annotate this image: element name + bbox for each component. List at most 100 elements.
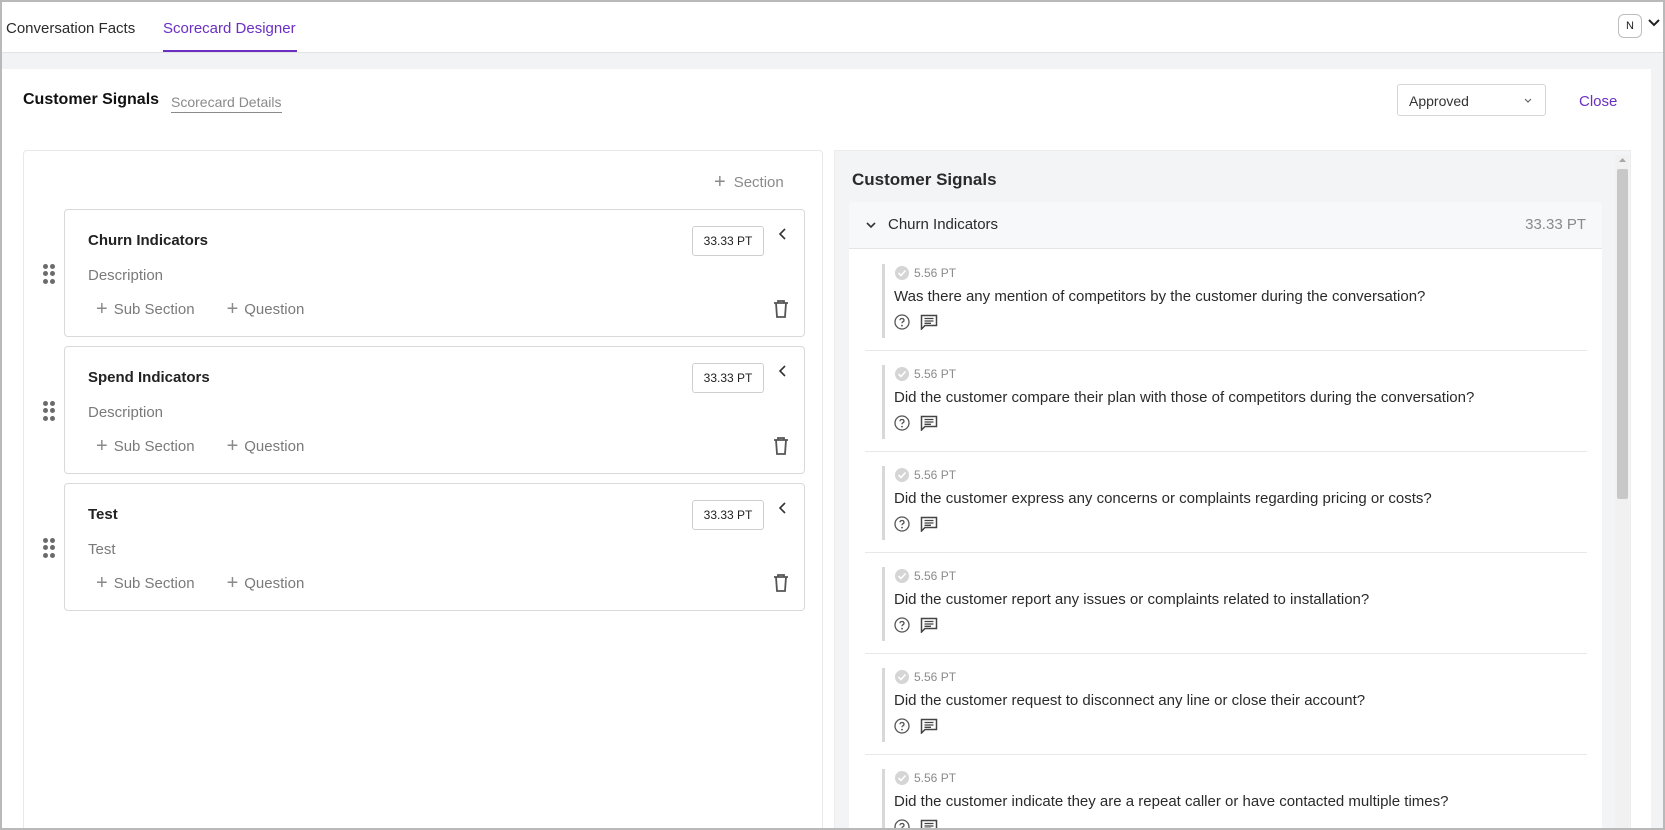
question-text: Did the customer compare their plan with… — [894, 389, 1475, 406]
comment-icon[interactable] — [920, 718, 938, 734]
chevron-down-icon — [866, 222, 876, 229]
chevron-left-icon[interactable] — [776, 227, 790, 241]
section-name[interactable]: Test — [88, 506, 118, 523]
add-sub-section-button[interactable]: + Sub Section — [96, 436, 195, 456]
question-accent-bar — [882, 769, 885, 828]
active-tab-indicator — [163, 50, 297, 52]
drag-handle-icon[interactable] — [43, 401, 55, 421]
plus-icon: + — [96, 572, 108, 594]
question-accent-bar — [882, 365, 885, 439]
question-text: Was there any mention of competitors by … — [894, 288, 1426, 305]
section-card: Test Test 33.33 PT + Sub Section + Quest… — [64, 483, 805, 611]
scorecard-preview-panel: Customer Signals Churn Indicators 33.33 … — [834, 150, 1631, 830]
question-points: 5.56 PT — [914, 266, 957, 280]
question-points: 5.56 PT — [914, 468, 957, 482]
chevron-down-icon[interactable] — [1647, 16, 1661, 30]
help-icon[interactable] — [894, 415, 910, 431]
trash-icon[interactable] — [772, 573, 790, 593]
drag-handle-icon[interactable] — [43, 538, 55, 558]
question-accent-bar — [882, 668, 885, 742]
preview-section-header[interactable]: Churn Indicators 33.33 PT — [849, 202, 1602, 249]
check-circle-icon — [895, 670, 909, 684]
trash-icon[interactable] — [772, 436, 790, 456]
close-button[interactable]: Close — [1579, 93, 1617, 110]
section-card: Churn Indicators Description 33.33 PT + … — [64, 209, 805, 337]
question-accent-bar — [882, 567, 885, 641]
check-circle-icon — [895, 569, 909, 583]
help-icon[interactable] — [894, 718, 910, 734]
section-points-field[interactable]: 33.33 PT — [692, 363, 764, 393]
question-item: 5.56 PT Did the customer compare their p… — [865, 351, 1587, 452]
question-accent-bar — [882, 264, 885, 338]
comment-icon[interactable] — [920, 516, 938, 532]
add-sub-section-button[interactable]: + Sub Section — [96, 573, 195, 593]
question-points: 5.56 PT — [914, 367, 957, 381]
add-sub-section-label: Sub Section — [113, 574, 195, 592]
content-gutter-right — [1651, 53, 1663, 828]
comment-icon[interactable] — [920, 415, 938, 431]
section-description[interactable]: Description — [88, 267, 163, 284]
tab-scorecard-designer[interactable]: Scorecard Designer — [163, 20, 296, 37]
question-text: Did the customer report any issues or co… — [894, 591, 1370, 608]
help-icon[interactable] — [894, 516, 910, 532]
scrollbar-thumb[interactable] — [1617, 169, 1628, 499]
add-sub-section-label: Sub Section — [113, 437, 195, 455]
section-name[interactable]: Churn Indicators — [88, 232, 208, 249]
question-item: 5.56 PT Was there any mention of competi… — [865, 250, 1587, 351]
check-circle-icon — [895, 367, 909, 381]
section-description[interactable]: Description — [88, 404, 163, 421]
scorecard-details-link[interactable]: Scorecard Details — [171, 94, 282, 113]
status-dropdown[interactable]: Approved — [1397, 84, 1546, 116]
check-circle-icon — [895, 468, 909, 482]
check-circle-icon — [895, 266, 909, 280]
plus-icon: + — [226, 298, 239, 320]
section-points-field[interactable]: 33.33 PT — [692, 500, 764, 530]
question-item: 5.56 PT Did the customer request to disc… — [865, 654, 1587, 755]
question-item: 5.56 PT Did the customer indicate they a… — [865, 755, 1587, 830]
plus-icon: + — [96, 298, 108, 320]
question-accent-bar — [882, 466, 885, 540]
section-name[interactable]: Spend Indicators — [88, 369, 210, 386]
add-sub-section-label: Sub Section — [113, 300, 195, 318]
add-question-button[interactable]: + Question — [227, 573, 305, 593]
question-points: 5.56 PT — [914, 569, 957, 583]
content-gutter — [2, 53, 1663, 69]
section-editor-panel: + Section Churn Indicators Description 3… — [23, 150, 823, 828]
question-text: Did the customer request to disconnect a… — [894, 692, 1366, 709]
plus-icon: + — [96, 435, 108, 457]
scroll-up-arrow-icon[interactable] — [1618, 157, 1627, 163]
preview-title: Customer Signals — [852, 170, 997, 189]
tab-conversation-facts[interactable]: Conversation Facts — [6, 20, 135, 37]
add-question-label: Question — [244, 574, 305, 592]
check-circle-icon — [895, 771, 909, 785]
drag-handle-icon[interactable] — [43, 264, 55, 284]
preview-section-name: Churn Indicators — [888, 216, 999, 233]
help-icon[interactable] — [894, 617, 910, 633]
status-value: Approved — [1409, 93, 1469, 109]
user-avatar[interactable]: N — [1618, 14, 1642, 38]
trash-icon[interactable] — [772, 299, 790, 319]
chevron-down-icon — [1524, 98, 1532, 103]
comment-icon[interactable] — [920, 314, 938, 330]
add-question-label: Question — [244, 437, 305, 455]
help-icon[interactable] — [894, 819, 910, 830]
section-description[interactable]: Test — [88, 541, 116, 558]
add-sub-section-button[interactable]: + Sub Section — [96, 299, 195, 319]
chevron-left-icon[interactable] — [776, 364, 790, 378]
comment-icon[interactable] — [920, 819, 938, 830]
preview-section-points: 33.33 PT — [1525, 216, 1586, 233]
section-points-field[interactable]: 33.33 PT — [692, 226, 764, 256]
add-question-button[interactable]: + Question — [227, 436, 305, 456]
add-question-button[interactable]: + Question — [227, 299, 305, 319]
plus-icon: + — [714, 171, 726, 193]
top-tab-bar: Conversation Facts Scorecard Designer N — [2, 2, 1663, 53]
add-question-label: Question — [244, 300, 305, 318]
question-points: 5.56 PT — [914, 771, 957, 785]
add-section-button[interactable]: + Section — [714, 172, 784, 192]
chevron-left-icon[interactable] — [776, 501, 790, 515]
comment-icon[interactable] — [920, 617, 938, 633]
app-window: Conversation Facts Scorecard Designer N … — [0, 0, 1665, 830]
add-section-label: Section — [733, 173, 784, 191]
help-icon[interactable] — [894, 314, 910, 330]
scorecard-designer-content: Customer Signals Scorecard Details Appro… — [4, 69, 1651, 830]
